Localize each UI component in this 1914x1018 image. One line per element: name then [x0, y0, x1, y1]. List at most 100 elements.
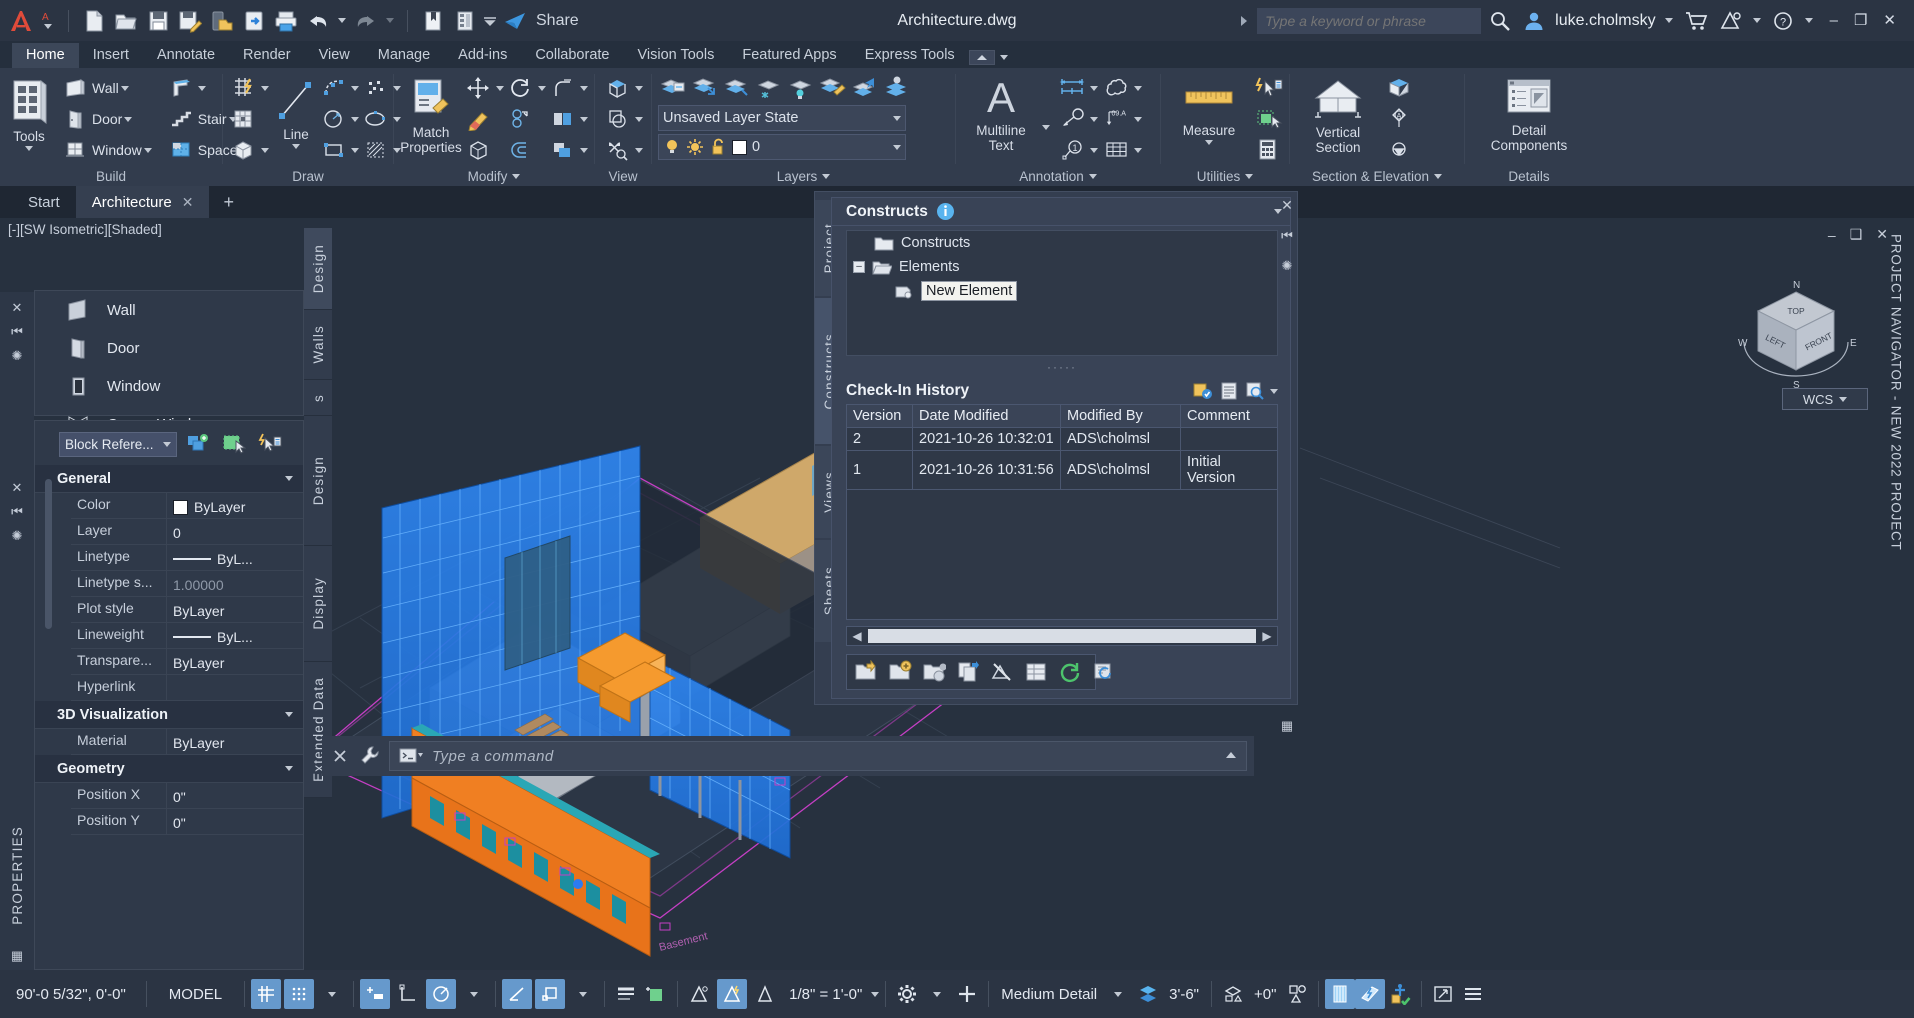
panel-layers-expand-icon[interactable] — [822, 174, 831, 179]
wcs-selector[interactable]: WCS — [1782, 388, 1868, 410]
property-value-lineweight[interactable]: ByL... — [167, 623, 303, 648]
cut-plane-value[interactable]: 3'-6" — [1163, 986, 1205, 1003]
tree-node-new-element-label[interactable]: New Element — [921, 281, 1018, 301]
palette-tab-walls[interactable]: Walls — [304, 310, 332, 380]
tab-view[interactable]: View — [305, 43, 364, 68]
move-dropdown-icon[interactable] — [496, 85, 504, 91]
property-row-position-x[interactable]: Position X 0" — [71, 783, 303, 809]
info-icon[interactable] — [936, 202, 956, 222]
wall-button[interactable]: Wall — [60, 73, 152, 103]
elevation-offset-value[interactable]: +0" — [1248, 986, 1282, 1003]
column-version[interactable]: Version — [846, 404, 913, 428]
fillet-dropdown-icon[interactable] — [580, 85, 588, 91]
ortho-mode-button[interactable] — [393, 979, 423, 1009]
line-button[interactable]: Line — [275, 73, 317, 150]
tools-dropdown-icon[interactable] — [25, 146, 33, 152]
close-icon[interactable]: ✕ — [182, 194, 194, 211]
property-row-position-y[interactable]: Position Y 0" — [71, 809, 303, 835]
fillet-button[interactable] — [548, 73, 588, 103]
vertical-section-button[interactable]: Vertical Section — [1296, 73, 1380, 155]
tool-palette-item-door[interactable]: Door — [35, 329, 303, 367]
box-button[interactable] — [229, 135, 269, 165]
properties-grid-icon[interactable]: ▦ — [11, 948, 23, 964]
arc-button[interactable] — [319, 73, 359, 103]
copy-construct-icon[interactable] — [953, 657, 983, 687]
search-expander-icon[interactable] — [1235, 6, 1253, 36]
tab-add-ins[interactable]: Add-ins — [444, 43, 521, 68]
regenerate-icon[interactable] — [1089, 657, 1119, 687]
properties-section-3d-visualization[interactable]: 3D Visualization — [35, 701, 303, 729]
tool-palette-properties-icon[interactable]: ✺ — [12, 348, 23, 364]
curtain-wall-dropdown-icon[interactable] — [197, 85, 206, 91]
tab-collaborate[interactable]: Collaborate — [521, 43, 623, 68]
user-dropdown-icon[interactable] — [1660, 6, 1678, 36]
layer-state-dropdown-icon[interactable] — [893, 115, 901, 121]
palette-tab-design-2[interactable]: Design — [304, 416, 332, 546]
explode-view-button[interactable] — [603, 135, 643, 165]
dimension-dropdown-icon[interactable] — [1090, 85, 1098, 91]
circle-button[interactable] — [319, 104, 359, 134]
property-row-linetype[interactable]: Linetype ByL... — [71, 545, 303, 571]
layer-combo[interactable]: 0 — [658, 134, 906, 160]
column-comment[interactable]: Comment — [1180, 404, 1278, 428]
explode-view-dropdown-icon[interactable] — [635, 147, 643, 153]
object-type-dropdown-icon[interactable] — [163, 441, 171, 447]
select-similar-icon[interactable] — [219, 429, 249, 459]
snap-mode-button[interactable] — [284, 979, 315, 1009]
add-workspace-button[interactable] — [952, 979, 982, 1009]
box-dropdown-icon[interactable] — [261, 147, 269, 153]
customization-button[interactable] — [1458, 979, 1488, 1009]
detail-bubble-button[interactable]: 1 — [1058, 135, 1098, 165]
chevron-up-icon[interactable] — [1224, 747, 1238, 765]
layer-off-icon[interactable] — [690, 72, 720, 102]
new-category-icon[interactable] — [885, 657, 915, 687]
tab-express-tools[interactable]: Express Tools — [851, 43, 969, 68]
doc-tab-start[interactable]: Start — [12, 186, 76, 218]
property-value-linetype-scale[interactable]: 1.00000 — [167, 571, 303, 596]
move-button[interactable] — [464, 73, 504, 103]
property-row-lineweight[interactable]: Lineweight ByL... — [71, 623, 303, 649]
search-icon[interactable] — [1485, 6, 1515, 36]
panel-modify-expand-icon[interactable] — [512, 174, 521, 179]
doc-tab-architecture[interactable]: Architecture ✕ — [75, 186, 210, 218]
plot-icon[interactable] — [271, 6, 301, 36]
isometric-drafting-button[interactable] — [502, 979, 533, 1009]
palette-tab-display[interactable]: Display — [304, 546, 332, 662]
avatar[interactable] — [1519, 6, 1549, 36]
array-button[interactable] — [229, 104, 269, 134]
settings-dropdown-icon[interactable] — [922, 979, 952, 1009]
properties-icon[interactable] — [1218, 381, 1240, 401]
properties-autohide-icon[interactable]: ⏮ — [11, 504, 23, 520]
share-label[interactable]: Share — [536, 12, 579, 30]
find-icon[interactable] — [1244, 381, 1266, 401]
snap-dropdown-button[interactable] — [317, 979, 347, 1009]
layer-previous-icon[interactable] — [850, 72, 880, 102]
infer-constraints-button[interactable] — [360, 979, 391, 1009]
properties-section-3d-visualization-collapse-icon[interactable] — [285, 712, 293, 717]
property-value-color[interactable]: ByLayer — [167, 493, 303, 518]
layer-on-icon[interactable] — [786, 72, 816, 102]
arc-dropdown-icon[interactable] — [351, 85, 359, 91]
polar-tracking-button[interactable] — [426, 979, 457, 1009]
gear-icon[interactable] — [892, 979, 922, 1009]
redo-dropdown-icon[interactable] — [383, 6, 397, 36]
tab-render[interactable]: Render — [229, 43, 305, 68]
leader-dropdown-icon[interactable] — [1090, 116, 1098, 122]
select-similar-button[interactable] — [1253, 104, 1283, 134]
rectangle-button[interactable] — [319, 135, 359, 165]
layer-bulb-icon[interactable] — [663, 137, 681, 157]
properties-section-geometry-collapse-icon[interactable] — [285, 766, 293, 771]
coordinates-display[interactable]: 90'-0 5/32", 0'-0" — [0, 986, 140, 1003]
table-button[interactable] — [1102, 135, 1142, 165]
stretch-dropdown-icon[interactable] — [580, 147, 588, 153]
tab-annotate[interactable]: Annotate — [143, 43, 229, 68]
panel-section-elevation-expand-icon[interactable] — [1434, 174, 1443, 179]
measure-dropdown-icon[interactable] — [1205, 140, 1213, 146]
mtext-dropdown-icon[interactable] — [1042, 125, 1050, 130]
property-value-layer[interactable]: 0 — [167, 519, 303, 544]
column-modified-by[interactable]: Modified By — [1060, 404, 1181, 428]
palette-tab-design-1[interactable]: Design — [304, 228, 332, 310]
panel-utilities-expand-icon[interactable] — [1245, 174, 1254, 179]
app-menu-dropdown[interactable]: A — [38, 6, 58, 36]
detail-level-value[interactable]: Medium Detail — [995, 986, 1103, 1003]
